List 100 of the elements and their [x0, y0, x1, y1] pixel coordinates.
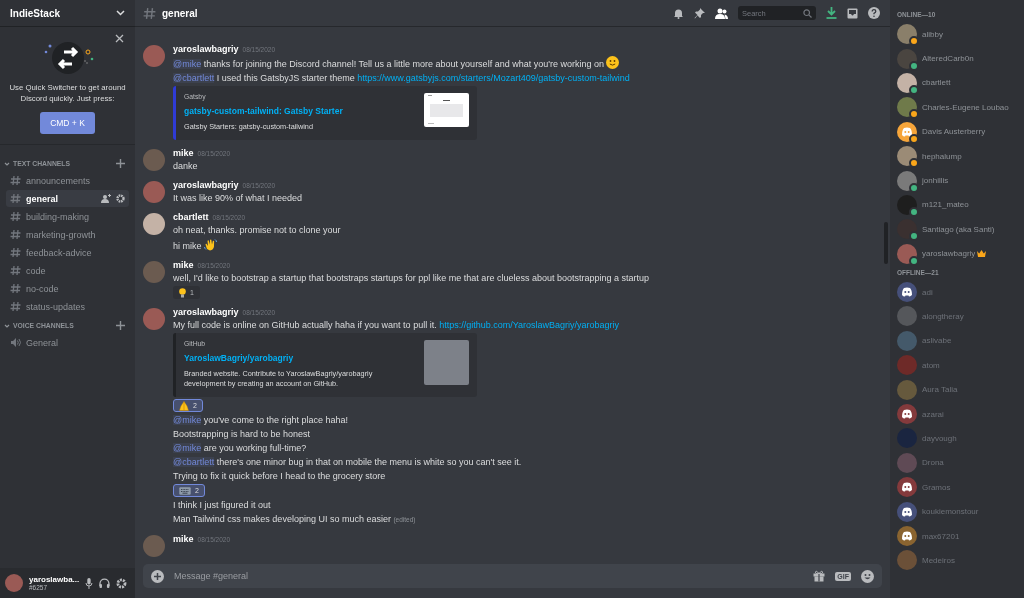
message-text: @cbartlett I used this GatsbyJS starter theme https://www.gatsbyjs.com/starters/Mozart409/gatsby-custom-tailwind	[173, 72, 630, 84]
member-item[interactable]: cbartlett	[897, 70, 1024, 96]
headphones-icon[interactable]	[99, 578, 111, 588]
status-dot	[909, 182, 919, 193]
channel-item[interactable]: building-making	[6, 208, 129, 225]
channel-item[interactable]: general	[6, 190, 129, 207]
message-text: danke	[173, 160, 199, 172]
hash-icon	[10, 301, 21, 312]
channel-item[interactable]: code	[6, 262, 129, 279]
status-dot	[909, 133, 919, 144]
message-text: My full code is online on GitHub actually haha if you want to pull it. https://github.com/YaroslawBagriy/yarobagriy	[173, 319, 620, 331]
message-text: @mike thanks for joining the Discord channel! Tell us a little more about yourself and what you're working on	[173, 56, 630, 70]
member-item[interactable]: azarai	[897, 401, 1024, 427]
channel-item[interactable]: feedback-advice	[6, 244, 129, 261]
channel-item[interactable]: no-code	[6, 280, 129, 297]
plus-circle-icon[interactable]	[151, 569, 164, 583]
pin-icon[interactable]	[694, 7, 705, 19]
message-author[interactable]: yaroslawbagriy	[173, 307, 239, 317]
message-author[interactable]: mike	[173, 534, 194, 544]
members-icon[interactable]	[715, 7, 728, 19]
settings-icon[interactable]	[116, 577, 127, 589]
hash-icon	[10, 175, 21, 186]
server-header[interactable]: IndieStack	[0, 0, 135, 26]
emoji-icon[interactable]	[861, 569, 874, 583]
message-author[interactable]: mike	[173, 260, 194, 270]
invite-icon[interactable]	[101, 194, 111, 203]
member-item[interactable]: Santiago (aka Santi)	[897, 217, 1024, 242]
mention-link[interactable]: @mike	[173, 443, 202, 453]
message-text: oh neat, thanks. promise not to clone your	[173, 224, 341, 236]
search-icon	[803, 9, 812, 18]
message-text: hi mike	[173, 238, 341, 252]
server-name: IndieStack	[10, 7, 61, 19]
channel-item[interactable]: marketing-growth	[6, 226, 129, 243]
message-text: @mike are you working full-time?	[173, 442, 308, 454]
channel-item[interactable]: announcements	[6, 172, 129, 189]
mention-link[interactable]: @cbartlett	[173, 73, 215, 83]
embed-title[interactable]: gatsby-custom-tailwind: Gatsby Starter	[184, 106, 414, 116]
mention-link[interactable]: @mike	[173, 59, 202, 69]
hash-icon	[10, 229, 21, 240]
hash-icon	[10, 283, 21, 294]
message-text: It was like 90% of what I needed	[173, 192, 303, 204]
bell-icon[interactable]	[673, 7, 684, 19]
message-link[interactable]: https://www.gatsbyjs.com/starters/Mozart409/gatsby-custom-tailwind	[357, 73, 630, 83]
speaker-icon	[10, 337, 21, 348]
inbox-icon[interactable]	[847, 7, 858, 19]
smiley-icon	[606, 56, 620, 69]
close-icon[interactable]	[115, 34, 124, 43]
page-thumbnail	[424, 93, 469, 127]
chevron-down-icon	[116, 10, 125, 16]
message-text: @cbartlett there's one minor bug in that on mobile the menu is white so you can't see it.	[173, 456, 523, 468]
microphone-icon[interactable]	[85, 577, 94, 589]
status-dot	[909, 109, 919, 120]
caret-icon[interactable]	[4, 160, 10, 167]
user-avatar[interactable]	[5, 574, 23, 592]
hash-icon	[10, 193, 21, 204]
message-text: I think I just figured it out	[173, 499, 272, 511]
plus-icon[interactable]	[116, 159, 125, 168]
status-dot	[909, 60, 919, 71]
caret-icon[interactable]	[4, 322, 10, 329]
status-dot	[909, 84, 919, 95]
status-dot	[909, 158, 919, 169]
gift-icon[interactable]	[813, 570, 826, 582]
waving-hand-icon	[204, 238, 217, 251]
member-item[interactable]: Aura Talia	[897, 377, 1024, 402]
embed-title[interactable]: YaroslawBagriy/yarobagriy	[184, 353, 414, 363]
shortcut-button[interactable]: CMD + K	[40, 112, 95, 134]
user-avatar[interactable]	[143, 213, 165, 235]
member-item[interactable]: alongtheray	[897, 304, 1024, 329]
member-item[interactable]: max67201	[897, 523, 1024, 549]
member-item[interactable]: hephalump	[897, 143, 1024, 169]
message-author[interactable]: yaroslawbagriy	[173, 44, 239, 54]
member-item[interactable]: AlteredCarb0n	[897, 46, 1024, 71]
channel-item[interactable]: status-updates	[6, 298, 129, 315]
plus-icon[interactable]	[116, 321, 125, 330]
message-author[interactable]: yaroslawbagriy	[173, 180, 239, 190]
mention-link[interactable]: @mike	[173, 415, 202, 425]
hash-icon	[10, 247, 21, 258]
member-item[interactable]: atom	[897, 353, 1024, 378]
member-item[interactable]: jonhillis	[897, 168, 1024, 193]
member-item[interactable]: Davis Austerberry	[897, 119, 1024, 144]
status-dot	[909, 36, 919, 47]
download-icon[interactable]	[826, 7, 837, 19]
member-item[interactable]: Charles-Eugene Loubao	[897, 95, 1024, 120]
status-dot	[909, 255, 919, 266]
member-item[interactable]: m121_mateo	[897, 192, 1024, 218]
message-link[interactable]: https://github.com/YaroslawBagriy/yarobagriy	[439, 320, 620, 330]
help-icon[interactable]	[868, 7, 880, 19]
member-item[interactable]: yaroslawbagriy	[897, 241, 1024, 266]
message-author[interactable]: mike	[173, 148, 194, 158]
keyboard-icon	[179, 486, 191, 495]
member-item[interactable]: alibby	[897, 22, 1024, 47]
light-bulb-icon	[179, 287, 186, 298]
mention-link[interactable]: @cbartlett	[173, 457, 215, 467]
message-author[interactable]: cbartlett	[173, 212, 209, 222]
settings-icon[interactable]	[116, 194, 125, 203]
hash-icon	[143, 6, 156, 20]
channel-item[interactable]: General	[6, 334, 129, 351]
crown-icon	[977, 250, 987, 258]
channel-title: general	[162, 7, 198, 19]
member-item[interactable]: Medeiros	[897, 548, 1024, 573]
